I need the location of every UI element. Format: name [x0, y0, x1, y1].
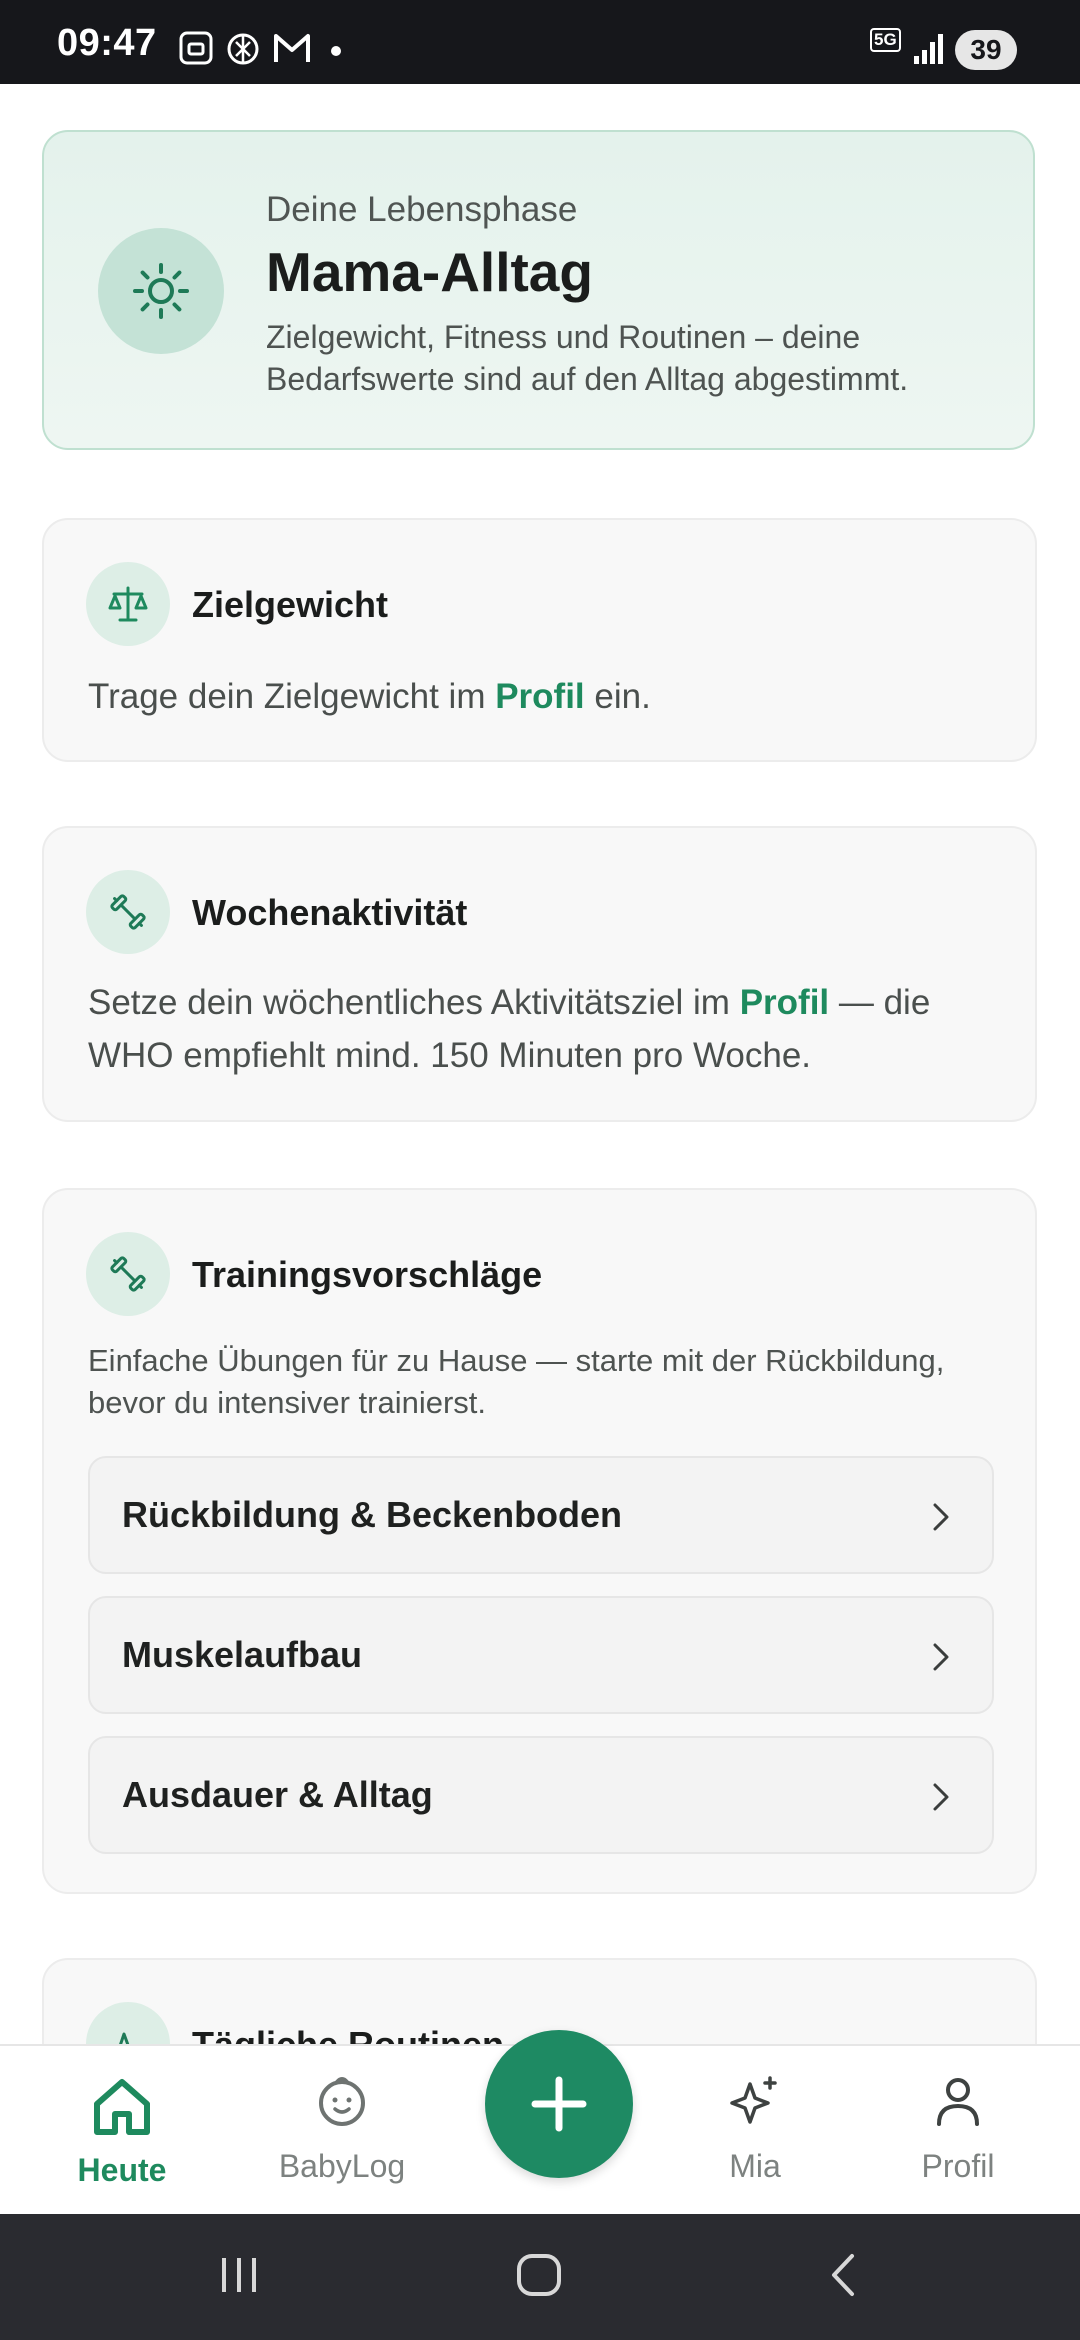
network-badge: 5G — [870, 28, 901, 52]
profile-link[interactable]: Profil — [740, 983, 829, 1022]
system-navigation-bar — [0, 2214, 1080, 2340]
weekly-activity-icon-circle — [86, 870, 170, 954]
target-weight-card: Zielgewicht Trage dein Zielgewicht im Pr… — [42, 518, 1037, 762]
life-phase-card: Deine Lebensphase Mama-Alltag Zielgewich… — [42, 130, 1035, 450]
weekly-activity-title: Wochenaktivität — [192, 892, 468, 933]
battery-indicator: 39 — [955, 30, 1017, 70]
training-item-rueckbildung[interactable]: Rückbildung & Beckenboden — [88, 1456, 994, 1574]
life-phase-icon-circle — [98, 228, 224, 354]
recent-apps-icon[interactable] — [214, 2250, 264, 2300]
life-phase-subtitle: Deine Lebensphase — [266, 190, 578, 229]
status-time: 09:47 — [57, 22, 157, 64]
life-phase-description: Zielgewicht, Fitness und Routinen – dein… — [266, 319, 909, 397]
nav-item-mia[interactable]: Mia — [655, 2046, 855, 2216]
target-weight-text: Trage dein Zielgewicht im Profil ein. — [88, 670, 995, 723]
daily-routines-card: Tägliche Routinen — [42, 1958, 1037, 2044]
nav-item-profil[interactable]: Profil — [858, 2046, 1058, 2216]
sparkle-icon — [730, 2076, 777, 2124]
training-suggestions-card: Trainingsvorschläge Einfache Übungen für… — [42, 1188, 1037, 1894]
person-icon — [937, 2078, 979, 2126]
scale-icon — [108, 586, 148, 622]
weekly-activity-card: Wochenaktivität Setze dein wöchentliches… — [42, 826, 1037, 1122]
training-icon-circle — [86, 1232, 170, 1316]
nav-label: Mia — [729, 2148, 781, 2184]
battery-level: 39 — [970, 34, 1002, 65]
life-phase-title: Mama-Alltag — [266, 241, 593, 303]
chatgpt-icon — [227, 33, 259, 65]
plus-icon — [531, 2076, 587, 2132]
activity-icon — [119, 2032, 130, 2044]
training-item-muskelaufbau[interactable]: Muskelaufbau — [88, 1596, 994, 1714]
nav-item-babylog[interactable]: BabyLog — [242, 2046, 442, 2216]
home-button-icon[interactable] — [514, 2250, 564, 2300]
training-description: Einfache Übungen für zu Hause — starte m… — [88, 1343, 945, 1420]
training-title: Trainingsvorschläge — [192, 1254, 543, 1295]
training-item-ausdauer[interactable]: Ausdauer & Alltag — [88, 1736, 994, 1854]
screenshot-icon — [179, 31, 213, 65]
nav-label: Heute — [77, 2152, 167, 2188]
routines-title: Tägliche Routinen — [192, 2024, 504, 2044]
weekly-activity-text: Setze dein wöchentliches Aktivitätsziel … — [88, 976, 995, 1082]
target-weight-text-before: Trage dein Zielgewicht im — [88, 677, 496, 716]
chevron-right-icon — [933, 1503, 949, 1531]
target-weight-title: Zielgewicht — [192, 584, 389, 625]
main-content[interactable]: Deine Lebensphase Mama-Alltag Zielgewich… — [0, 84, 1080, 2044]
status-bar: 09:47 5G 39 — [0, 0, 1080, 84]
dumbbell-icon — [110, 894, 146, 930]
sun-icon — [133, 263, 189, 319]
nav-label: BabyLog — [278, 2148, 406, 2184]
profile-link[interactable]: Profil — [495, 677, 584, 716]
add-entry-button[interactable] — [485, 2030, 633, 2178]
training-item-label: Rückbildung & Beckenboden — [122, 1494, 623, 1535]
back-icon[interactable] — [820, 2250, 870, 2300]
nav-label: Profil — [921, 2148, 995, 2184]
baby-face-icon — [319, 2077, 365, 2126]
home-icon — [94, 2079, 150, 2135]
chevron-right-icon — [933, 1783, 949, 1811]
target-weight-text-after: ein. — [584, 677, 651, 716]
routines-icon-circle — [86, 2002, 170, 2044]
chevron-right-icon — [933, 1643, 949, 1671]
dumbbell-icon — [110, 1256, 146, 1292]
target-weight-icon-circle — [86, 562, 170, 646]
training-item-label: Muskelaufbau — [122, 1634, 363, 1675]
weekly-activity-text-before: Setze dein wöchentliches Aktivitätsziel … — [88, 983, 740, 1022]
nav-item-heute[interactable]: Heute — [22, 2046, 222, 2216]
gmail-icon — [274, 34, 310, 62]
signal-icon — [914, 34, 943, 64]
training-item-label: Ausdauer & Alltag — [122, 1774, 433, 1815]
notification-dot — [331, 46, 341, 56]
